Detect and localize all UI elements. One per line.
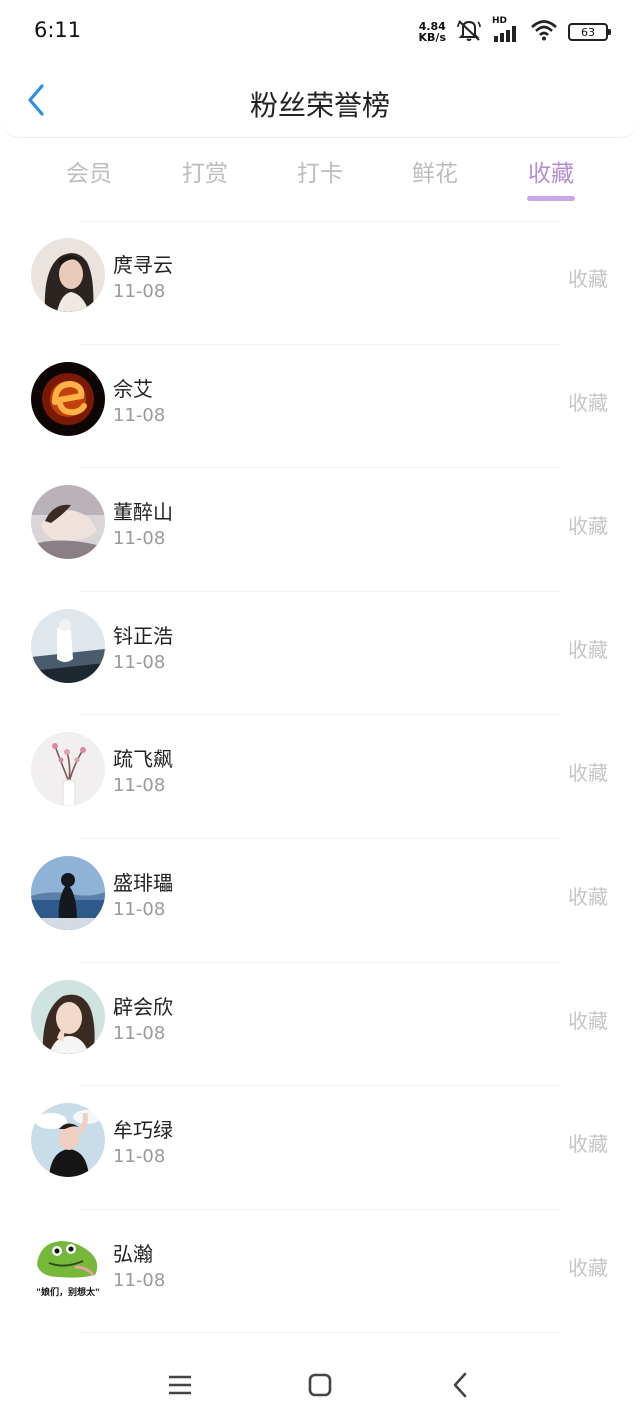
tab-favorites[interactable]: 收藏 bbox=[511, 154, 591, 188]
fan-date: 11-08 bbox=[113, 651, 166, 673]
network-speed-unit: KB/s bbox=[418, 31, 446, 44]
avatar bbox=[31, 485, 105, 560]
fan-action-label: 收藏 bbox=[568, 390, 608, 415]
fan-action-label: 收藏 bbox=[568, 1255, 608, 1280]
fan-date: 11-08 bbox=[113, 1146, 166, 1168]
active-tab-indicator bbox=[527, 196, 575, 201]
avatar bbox=[31, 855, 105, 930]
avatar bbox=[31, 732, 105, 807]
fan-action-label: 收藏 bbox=[568, 637, 608, 662]
fan-action-label: 收藏 bbox=[568, 761, 608, 786]
fan-action-label: 收藏 bbox=[568, 514, 608, 539]
avatar bbox=[31, 238, 105, 312]
avatar-caption: "娘们，别想太" bbox=[36, 1287, 100, 1298]
nav-home-button[interactable] bbox=[300, 1367, 340, 1407]
mute-bell-icon bbox=[456, 18, 482, 46]
page-title: 粉丝荣誉榜 bbox=[249, 89, 390, 122]
list-item[interactable]: 钭正浩 11-08 收藏 bbox=[0, 592, 640, 716]
battery-level: 63 bbox=[581, 25, 595, 39]
back-triangle-icon bbox=[450, 1371, 470, 1403]
battery-icon: 63 bbox=[568, 23, 611, 41]
avatar bbox=[31, 361, 105, 436]
fan-date: 11-08 bbox=[113, 898, 166, 920]
home-square-icon bbox=[307, 1372, 333, 1402]
avatar: "娘们，别想太" bbox=[31, 1226, 105, 1301]
row-divider bbox=[80, 1332, 560, 1334]
fan-list: 庹寻云 11-08 收藏 佘艾 11-08 收藏 董醉山 11-08 收藏 钭正… bbox=[0, 221, 640, 1334]
fan-date: 11-08 bbox=[113, 281, 166, 302]
status-bar: 6:11 4.84 KB/s HD 63 bbox=[0, 0, 640, 62]
fan-action-label: 收藏 bbox=[568, 1132, 608, 1157]
tab-tips[interactable]: 打赏 bbox=[165, 154, 245, 188]
fan-date: 11-08 bbox=[113, 528, 166, 550]
fan-date: 11-08 bbox=[113, 1022, 166, 1044]
list-item[interactable]: 牟巧绿 11-08 收藏 bbox=[0, 1086, 640, 1210]
fan-name: 佘艾 bbox=[113, 376, 153, 401]
fan-date: 11-08 bbox=[113, 404, 166, 426]
list-item[interactable]: 董醉山 11-08 收藏 bbox=[0, 468, 640, 592]
list-item[interactable]: 辟会欣 11-08 收藏 bbox=[0, 963, 640, 1087]
fan-date: 11-08 bbox=[113, 1269, 166, 1291]
wifi-icon bbox=[530, 19, 558, 45]
list-item[interactable]: 疏飞飙 11-08 收藏 bbox=[0, 715, 640, 839]
nav-back-button[interactable] bbox=[440, 1367, 480, 1407]
status-time: 6:11 bbox=[34, 18, 82, 42]
menu-icon bbox=[167, 1374, 193, 1400]
fan-name: 牟巧绿 bbox=[113, 1118, 173, 1143]
list-item[interactable]: 佘艾 11-08 收藏 bbox=[0, 345, 640, 469]
fan-name: 董醉山 bbox=[113, 500, 173, 525]
list-item[interactable]: 盛琲瓃 11-08 收藏 bbox=[0, 839, 640, 963]
cell-signal-icon: HD bbox=[492, 16, 520, 44]
status-icons: 4.84 KB/s HD 63 bbox=[419, 16, 611, 46]
list-item[interactable]: "娘们，别想太" 弘瀚 11-08 收藏 bbox=[0, 1210, 640, 1334]
tab-flowers[interactable]: 鲜花 bbox=[395, 154, 475, 188]
system-nav-bar bbox=[0, 1345, 640, 1423]
fan-action-label: 收藏 bbox=[568, 884, 608, 909]
tab-members[interactable]: 会员 bbox=[49, 154, 129, 188]
network-speed: 4.84 KB/s bbox=[419, 21, 446, 43]
fan-date: 11-08 bbox=[113, 775, 166, 797]
fan-name: 疏飞飙 bbox=[113, 747, 173, 772]
nav-menu-button[interactable] bbox=[160, 1367, 200, 1407]
fan-name: 庹寻云 bbox=[113, 253, 173, 277]
fan-name: 钭正浩 bbox=[113, 623, 173, 648]
fan-action-label: 收藏 bbox=[568, 1008, 608, 1033]
fan-action-label: 收藏 bbox=[568, 267, 608, 291]
fan-name: 盛琲瓃 bbox=[113, 870, 173, 895]
avatar bbox=[31, 608, 105, 683]
avatar bbox=[31, 1103, 105, 1178]
fan-name: 辟会欣 bbox=[113, 994, 173, 1019]
app-header: 粉丝荣誉榜 bbox=[0, 62, 640, 138]
avatar bbox=[31, 979, 105, 1054]
list-item[interactable]: 庹寻云 11-08 收藏 bbox=[0, 221, 640, 345]
tab-checkin[interactable]: 打卡 bbox=[280, 154, 360, 188]
fan-name: 弘瀚 bbox=[113, 1241, 153, 1266]
tab-bar: 会员 打赏 打卡 鲜花 收藏 bbox=[0, 142, 640, 204]
